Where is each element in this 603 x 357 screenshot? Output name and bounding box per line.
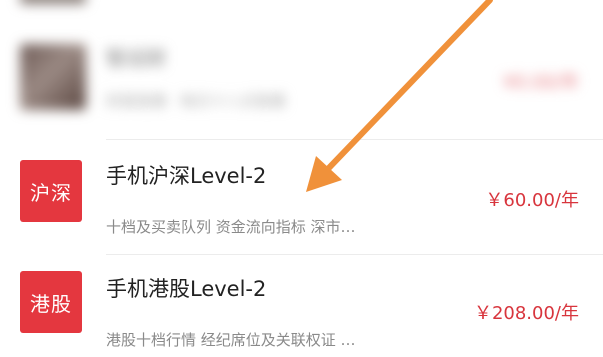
item-price: ￥60.00/年: [485, 190, 579, 211]
blurred-content: 智远财 财富直播 · 每日十八点直播 ¥0.00/年: [0, 20, 603, 130]
sh-sz-icon-text: 沪深: [30, 180, 72, 205]
hk-stock-icon: 港股: [20, 271, 82, 333]
item-title: 智远财: [106, 46, 166, 70]
hk-stock-icon-text: 港股: [30, 291, 72, 316]
item-title: 手机港股Level-2: [106, 277, 267, 301]
item-price: ¥0.00/年: [503, 72, 579, 93]
item-subtitle: 十档及买卖队列 资金流向指标 深市…: [106, 218, 356, 236]
item-subtitle: 财富直播 · 每日十八点直播: [106, 92, 286, 110]
previous-item-remnant: [0, 0, 603, 10]
list-item-blurred[interactable]: 智远财 财富直播 · 每日十八点直播 ¥0.00/年: [0, 20, 603, 130]
item-title: 手机沪深Level-2: [106, 164, 267, 188]
list-item-hk-level2[interactable]: 港股 手机港股Level-2 港股十档行情 经纪席位及关联权证 … ￥208.0…: [0, 255, 603, 357]
item-subtitle: 港股十档行情 经纪席位及关联权证 …: [106, 331, 356, 349]
item-thumbnail: [20, 44, 86, 110]
list-item-sh-sz-level2[interactable]: 沪深 手机沪深Level-2 十档及买卖队列 资金流向指标 深市… ￥60.00…: [0, 140, 603, 254]
item-price: ￥208.00/年: [473, 303, 579, 324]
sh-sz-icon: 沪深: [20, 160, 82, 222]
